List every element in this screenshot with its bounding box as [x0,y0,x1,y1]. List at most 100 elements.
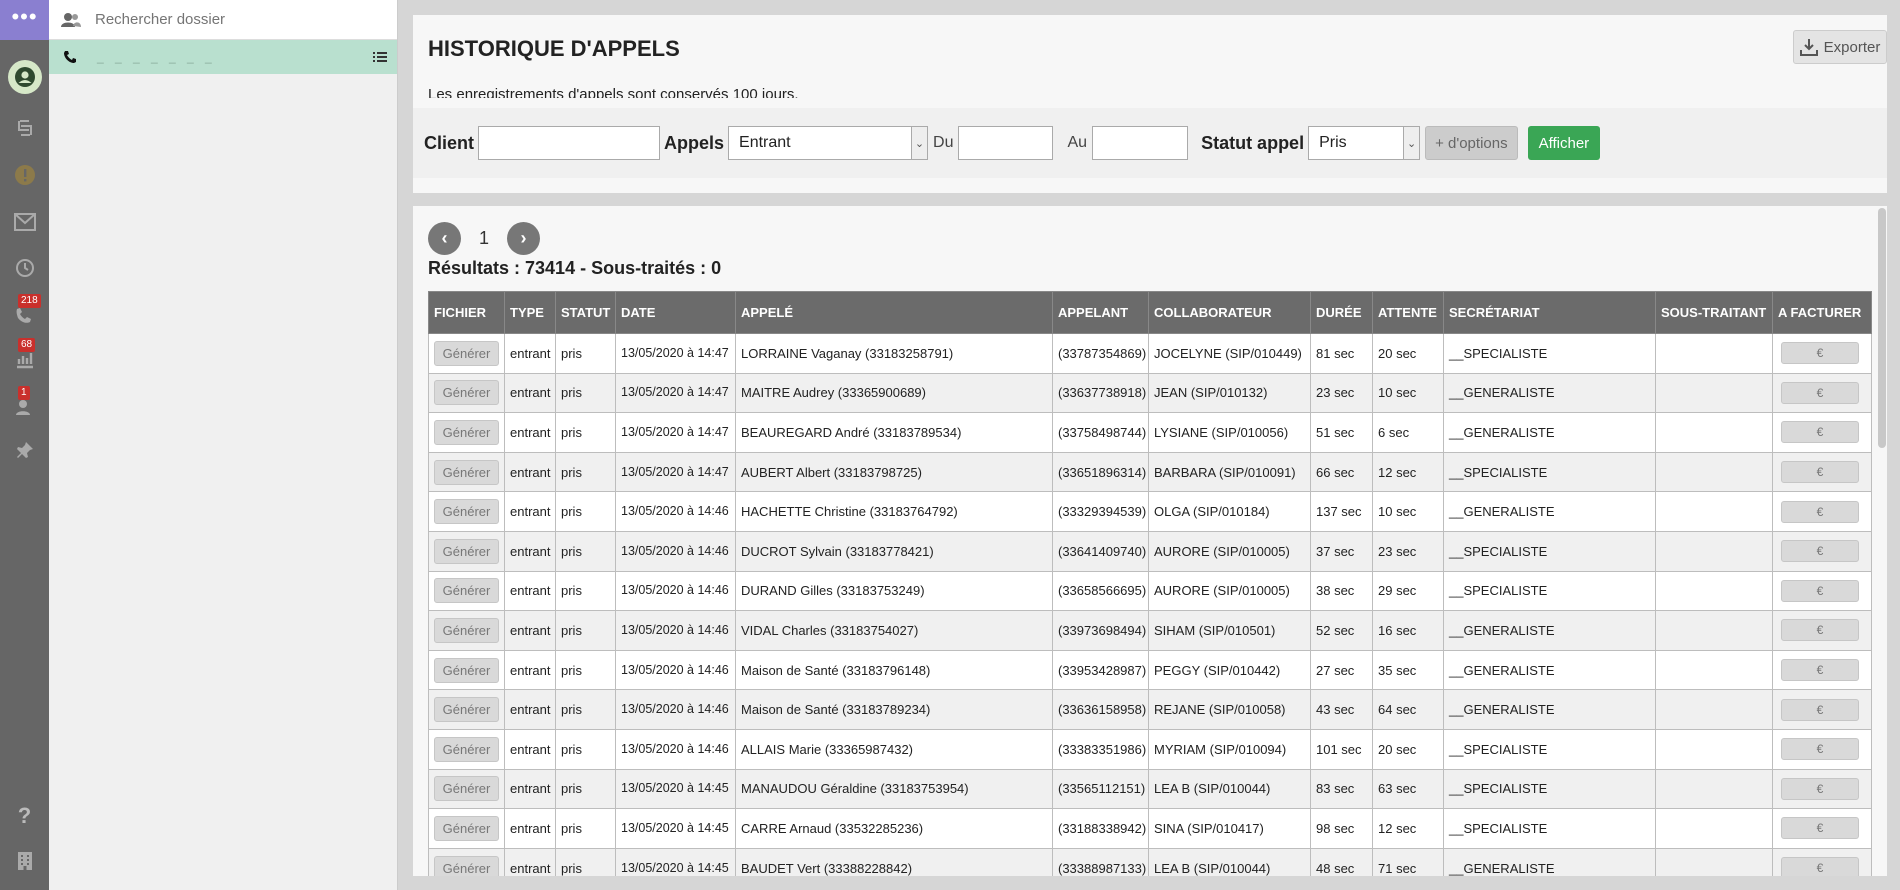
history-nav[interactable] [0,250,49,286]
team-nav[interactable]: 1 [0,386,49,425]
col-sous-traitant[interactable]: SOUS-TRAITANT [1655,291,1773,334]
table-row[interactable]: Générer entrant pris 13/05/2020 à 14:45 CARR… [428,808,1872,849]
export-button[interactable]: Exporter [1793,30,1887,64]
table-row[interactable]: Générer entrant pris 13/05/2020 à 14:45 BAUD… [428,847,1872,876]
generate-button[interactable]: Générer [434,815,499,841]
invoice-button[interactable]: € [1781,500,1859,523]
generate-button[interactable]: Générer [434,855,499,876]
pending-calls-nav[interactable]: 218 [0,294,49,333]
invoice-button[interactable]: € [1781,579,1859,602]
prev-page-button[interactable]: ‹ [428,222,461,255]
col-date[interactable]: DATE [615,291,736,334]
generate-button[interactable]: Générer [434,340,499,366]
company-nav[interactable] [0,843,49,879]
current-page[interactable]: 1 [479,228,489,249]
more-icon: ••• [11,4,38,29]
col-type[interactable]: TYPE [504,291,556,334]
table-row[interactable]: Générer entrant pris 13/05/2020 à 14:47 LORR… [428,333,1872,374]
col-appelant[interactable]: APPELANT [1052,291,1149,334]
scrollbar[interactable] [1878,208,1886,448]
generate-button[interactable]: Générer [434,776,499,802]
invoice-button[interactable]: € [1781,659,1859,682]
invoice-button[interactable]: € [1781,738,1859,761]
au-date-input[interactable] [1092,126,1189,160]
col-attente[interactable]: ATTENTE [1372,291,1444,334]
statut-select[interactable]: Pris ⌄ [1308,126,1421,160]
invoice-button[interactable]: € [1781,342,1859,365]
col-statut[interactable]: STATUT [555,291,616,334]
invoice-button[interactable]: € [1781,461,1859,484]
generate-button[interactable]: Générer [434,380,499,406]
appels-select[interactable]: Entrant ⌄ [728,126,929,160]
invoice-button[interactable]: € [1781,698,1859,721]
afficher-button[interactable]: Afficher [1527,126,1601,160]
generate-button[interactable]: Générer [434,657,499,683]
table-row[interactable]: Générer entrant pris 13/05/2020 à 14:46 DUCR… [428,530,1872,572]
cell-secretariat: __GENERALISTE [1443,372,1656,414]
table-row[interactable]: Générer entrant pris 13/05/2020 à 14:46 VIDA… [428,610,1872,651]
next-page-button[interactable]: › [507,222,541,255]
invoice-button[interactable]: € [1781,421,1859,444]
alerts-nav[interactable] [0,157,49,193]
generate-button[interactable]: Générer [434,697,499,723]
pin-icon [16,442,33,458]
chevron-down-icon: ⌄ [911,127,928,159]
building-icon [17,852,32,870]
list-icon[interactable] [373,51,387,63]
generate-button[interactable]: Générer [434,499,499,525]
cell-appele: VIDAL Charles (33183754027) [735,610,1053,651]
cell-fichier: Générer [428,491,505,532]
invoice-button[interactable]: € [1781,857,1859,876]
table-row[interactable]: Générer entrant pris 13/05/2020 à 14:46 HACH… [428,491,1872,532]
pinned-nav[interactable] [0,432,49,468]
invoice-button[interactable]: € [1781,777,1859,800]
menu-button[interactable]: ••• [0,0,49,40]
col-fichier[interactable]: FICHIER [428,291,505,334]
col-secretariat[interactable]: SECRÉTARIAT [1443,291,1656,334]
messages-nav[interactable] [0,204,49,240]
client-input[interactable] [478,126,661,160]
cell-statut: pris [555,847,616,876]
table-row[interactable]: Générer entrant pris 13/05/2020 à 14:47 MAIT… [428,372,1872,414]
col-duree[interactable]: DURÉE [1310,291,1373,334]
generate-button[interactable]: Générer [434,459,499,485]
cell-statut: pris [555,333,616,374]
generate-button[interactable]: Générer [434,578,499,604]
transfer-nav[interactable] [0,110,49,146]
table-row[interactable]: Générer entrant pris 13/05/2020 à 14:46 ALLA… [428,728,1872,770]
table-row[interactable]: Générer entrant pris 13/05/2020 à 14:47 BEAU… [428,412,1872,453]
dossier-search-input[interactable] [95,11,375,28]
dossier-search [49,0,397,40]
generate-button[interactable]: Générer [434,419,499,445]
tasks-nav[interactable]: 68 [0,338,49,377]
table-row[interactable]: Générer entrant pris 13/05/2020 à 14:46 DURA… [428,570,1872,612]
filter-card: Client Appels Entrant ⌄ Du Au Statut app… [413,98,1887,193]
cell-statut: pris [555,530,616,572]
filter-bar: Client Appels Entrant ⌄ Du Au Statut app… [413,108,1887,178]
col-collaborateur[interactable]: COLLABORATEUR [1148,291,1311,334]
invoice-button[interactable]: € [1781,817,1859,840]
invoice-button[interactable]: € [1781,540,1859,563]
table-row[interactable]: Générer entrant pris 13/05/2020 à 14:46 Mais… [428,649,1872,691]
invoice-button[interactable]: € [1781,381,1859,404]
generate-button[interactable]: Générer [434,736,499,762]
cell-appelant: (33787354869) [1052,333,1149,374]
active-dossier-row[interactable]: _ _ _ _ _ _ _ [49,40,397,74]
cell-appelant: (33637738918) [1052,372,1149,414]
table-row[interactable]: Générer entrant pris 13/05/2020 à 14:45 MANA… [428,768,1872,810]
du-date-input[interactable] [958,126,1054,160]
more-options-button[interactable]: + d'options [1425,126,1518,160]
col-appele[interactable]: APPELÉ [735,291,1053,334]
cell-a-facturer: € [1772,333,1872,374]
table-row[interactable]: Générer entrant pris 13/05/2020 à 14:47 AUBE… [428,451,1872,493]
generate-button[interactable]: Générer [434,538,499,564]
user-avatar[interactable] [8,60,42,94]
cell-type: entrant [504,689,556,730]
table-row[interactable]: Générer entrant pris 13/05/2020 à 14:46 Mais… [428,689,1872,730]
col-a-facturer[interactable]: A FACTURER [1772,291,1872,334]
pending-calls-badge: 218 [18,294,41,308]
generate-button[interactable]: Générer [434,617,499,643]
help-nav[interactable]: ? [0,798,49,834]
invoice-button[interactable]: € [1781,619,1859,642]
cell-secretariat: __SPECIALISTE [1443,333,1656,374]
